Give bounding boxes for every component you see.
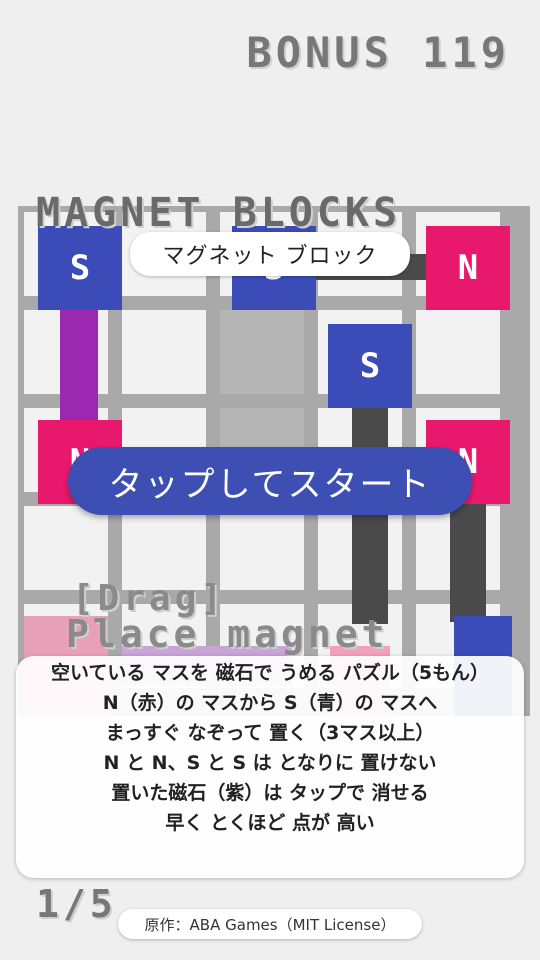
stage-counter: 1/5: [36, 882, 117, 926]
rule-line: まっすぐ なぞって 置く（3マス以上）: [105, 722, 435, 744]
magnet-n[interactable]: N: [426, 226, 510, 310]
bonus-score: BONUS 119: [246, 28, 510, 77]
rule-line: 早く とくほど 点が 高い: [165, 812, 375, 834]
placed-magnet-bar[interactable]: [60, 296, 98, 422]
board-cell[interactable]: [220, 310, 304, 394]
credit-label: 原作：ABA Games（MIT License）: [118, 909, 422, 939]
tap-to-start-button[interactable]: タップしてスタート: [68, 447, 472, 515]
place-hint: Place magnet: [66, 612, 389, 656]
magnet-label: N: [457, 248, 479, 288]
magnet-label: S: [359, 346, 381, 386]
board-cell[interactable]: [220, 506, 304, 590]
magnet-s[interactable]: S: [328, 324, 412, 408]
board-cell[interactable]: [416, 310, 500, 394]
rule-line: 置いた磁石（紫）は タップで 消せる: [111, 782, 429, 804]
rule-line: N（赤）の マスから S（青）の マスへ: [102, 692, 438, 714]
rules-panel: 空いている マスを 磁石で うめる パズル（5もん） N（赤）の マスから S（…: [16, 656, 524, 878]
magnet-s[interactable]: S: [38, 226, 122, 310]
game-title: MAGNET BLOCKS: [36, 190, 402, 236]
guide-line: [450, 492, 486, 622]
magnet-label: S: [69, 248, 91, 288]
game-title-japanese: マグネット ブロック: [130, 232, 410, 276]
rule-line: N と N、S と S は となりに 置けない: [103, 752, 437, 774]
board-cell[interactable]: [122, 310, 206, 394]
rule-line: 空いている マスを 磁石で うめる パズル（5もん）: [50, 662, 490, 684]
